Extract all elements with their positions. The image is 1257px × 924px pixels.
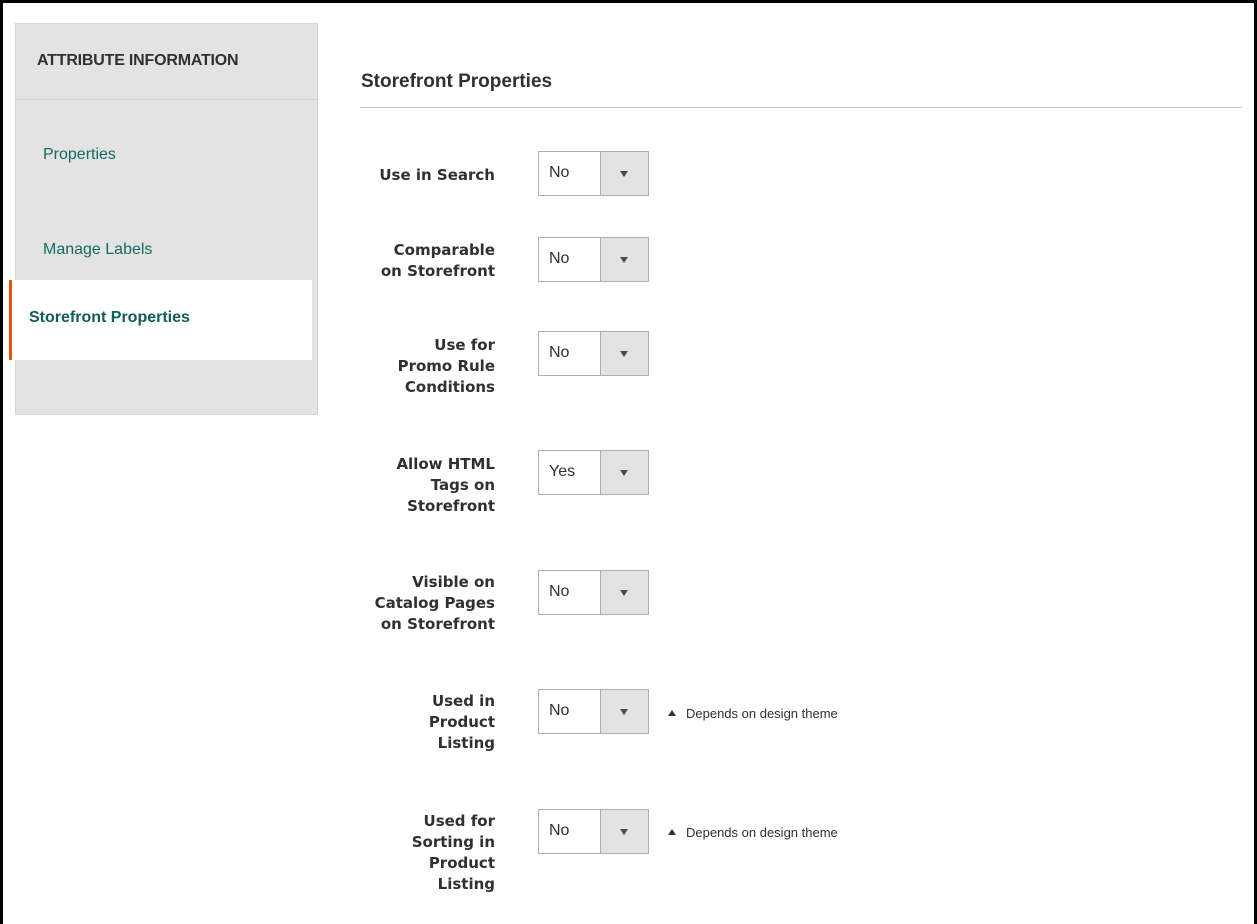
sidebar-item-label: Storefront Properties [29, 309, 190, 326]
field-label-allow-html-tags-on-storefront: Allow HTML Tags on Storefront [345, 454, 495, 517]
sidebar-item-label: Manage Labels [43, 241, 153, 258]
select-arrow [600, 152, 648, 195]
select-arrow [600, 810, 648, 853]
label-line: Comparable [393, 241, 495, 259]
visible-on-catalog-pages-select[interactable]: No [538, 570, 649, 615]
label-line: Use for [434, 336, 495, 354]
chevron-down-icon [620, 470, 628, 476]
label-line: Allow HTML [396, 455, 495, 473]
label-line: Visible on [412, 573, 495, 591]
select-arrow [600, 332, 648, 375]
field-label-used-for-sorting-in-product-listing: Used for Sorting in Product Listing [345, 811, 495, 895]
field-label-use-for-promo-rule-conditions: Use for Promo Rule Conditions [345, 335, 495, 398]
allow-html-tags-select[interactable]: Yes [538, 450, 649, 495]
label-line: Conditions [404, 378, 495, 396]
section-divider [360, 107, 1242, 108]
label-line: Product [428, 713, 495, 731]
chevron-down-icon [620, 590, 628, 596]
field-label-comparable-on-storefront: Comparable on Storefront [345, 240, 495, 282]
select-arrow [600, 238, 648, 281]
note-text: Depends on design theme [686, 706, 838, 721]
chevron-down-icon [620, 351, 628, 357]
caret-up-icon [668, 710, 676, 716]
label-line: Product [428, 854, 495, 872]
comparable-on-storefront-select[interactable]: No [538, 237, 649, 282]
design-theme-note: Depends on design theme [668, 825, 838, 840]
chevron-down-icon [620, 829, 628, 835]
select-arrow [600, 690, 648, 733]
label-line: Storefront [407, 497, 495, 515]
select-value: No [549, 164, 570, 181]
used-for-sorting-select[interactable]: No [538, 809, 649, 854]
label-line: Listing [437, 875, 495, 893]
sidebar-header-title: ATTRIBUTE INFORMATION [37, 52, 239, 69]
used-in-product-listing-select[interactable]: No [538, 689, 649, 734]
label-line: Promo Rule [397, 357, 495, 375]
label-line: Listing [437, 734, 495, 752]
chevron-down-icon [620, 257, 628, 263]
use-in-search-select[interactable]: No [538, 151, 649, 196]
field-label-used-in-product-listing: Used in Product Listing [345, 691, 495, 754]
select-value: No [549, 583, 570, 600]
label-line: Used for [423, 812, 495, 830]
label-line: on Storefront [380, 262, 495, 280]
select-value: No [549, 702, 570, 719]
label-line: Used in [431, 692, 495, 710]
chevron-down-icon [620, 709, 628, 715]
design-theme-note: Depends on design theme [668, 706, 838, 721]
select-arrow [600, 451, 648, 494]
note-text: Depends on design theme [686, 825, 838, 840]
select-arrow [600, 571, 648, 614]
sidebar-item-properties[interactable]: Properties [16, 108, 317, 200]
caret-up-icon [668, 829, 676, 835]
sidebar-item-label: Properties [43, 146, 116, 163]
use-for-promo-rule-conditions-select[interactable]: No [538, 331, 649, 376]
select-value: No [549, 250, 570, 267]
label-line: on Storefront [380, 615, 495, 633]
field-label-use-in-search: Use in Search [345, 165, 495, 186]
chevron-down-icon [620, 171, 628, 177]
sidebar-header: ATTRIBUTE INFORMATION [16, 24, 317, 100]
select-value: No [549, 822, 570, 839]
label-line: Use in Search [379, 166, 495, 184]
sidebar-item-storefront-properties[interactable]: Storefront Properties [9, 280, 312, 360]
section-title: Storefront Properties [361, 71, 553, 92]
label-line: Sorting in [411, 833, 495, 851]
field-label-visible-on-catalog-pages: Visible on Catalog Pages on Storefront [345, 572, 495, 635]
select-value: No [549, 344, 570, 361]
select-value: Yes [549, 463, 576, 480]
label-line: Tags on [430, 476, 495, 494]
label-line: Catalog Pages [374, 594, 495, 612]
